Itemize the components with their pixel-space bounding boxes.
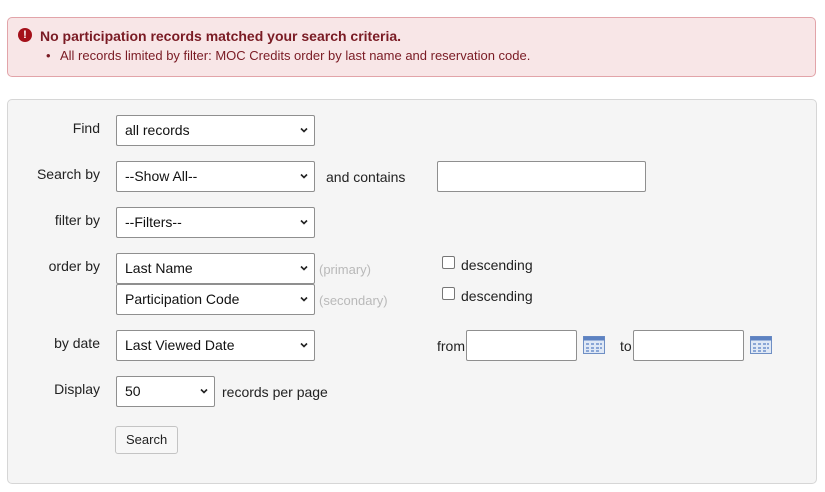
chevron-down-icon bbox=[300, 219, 308, 225]
order-primary-select[interactable]: Last Name bbox=[116, 253, 315, 284]
display-label: Display bbox=[54, 381, 100, 397]
from-date-input[interactable] bbox=[466, 330, 577, 361]
chevron-down-icon bbox=[300, 173, 308, 179]
by-date-label: by date bbox=[54, 335, 100, 351]
records-per-page-label: records per page bbox=[222, 384, 328, 400]
descending-primary-label: descending bbox=[461, 257, 533, 273]
chevron-down-icon bbox=[300, 296, 308, 302]
search-by-select[interactable]: --Show All-- bbox=[116, 161, 315, 192]
primary-hint: (primary) bbox=[319, 262, 371, 277]
search-by-label: Search by bbox=[36, 166, 100, 182]
alert-title: No participation records matched your se… bbox=[40, 28, 402, 44]
contains-label: and contains bbox=[326, 169, 406, 185]
exclamation-circle-icon: ! bbox=[18, 28, 32, 42]
descending-secondary-checkbox[interactable] bbox=[442, 287, 455, 300]
to-date-input[interactable] bbox=[633, 330, 744, 361]
search-panel: Find all records Search by --Show All-- … bbox=[7, 99, 817, 484]
order-secondary-select-value: Participation Code bbox=[125, 291, 240, 307]
by-date-select[interactable]: Last Viewed Date bbox=[116, 330, 315, 361]
filter-by-select-value: --Filters-- bbox=[125, 214, 182, 230]
filter-by-select[interactable]: --Filters-- bbox=[116, 207, 315, 238]
alert-item: All records limited by filter: MOC Credi… bbox=[60, 48, 531, 63]
to-label: to bbox=[620, 338, 632, 354]
secondary-hint: (secondary) bbox=[319, 293, 388, 308]
chevron-down-icon bbox=[300, 127, 308, 133]
chevron-down-icon bbox=[300, 265, 308, 271]
display-select-value: 50 bbox=[125, 383, 141, 399]
from-label: from bbox=[437, 338, 465, 354]
chevron-down-icon bbox=[200, 388, 208, 394]
find-select-value: all records bbox=[125, 122, 190, 138]
error-alert: ! No participation records matched your … bbox=[7, 17, 816, 77]
calendar-icon[interactable] bbox=[750, 336, 772, 354]
by-date-select-value: Last Viewed Date bbox=[125, 337, 235, 353]
order-primary-select-value: Last Name bbox=[125, 260, 193, 276]
filter-by-label: filter by bbox=[54, 212, 100, 228]
order-secondary-select[interactable]: Participation Code bbox=[116, 284, 315, 315]
descending-secondary-label: descending bbox=[461, 288, 533, 304]
descending-primary-checkbox[interactable] bbox=[442, 256, 455, 269]
search-by-select-value: --Show All-- bbox=[125, 168, 198, 184]
contains-input[interactable] bbox=[437, 161, 646, 192]
search-button[interactable]: Search bbox=[115, 426, 179, 454]
find-select[interactable]: all records bbox=[116, 115, 315, 146]
find-label: Find bbox=[72, 120, 100, 136]
calendar-icon[interactable] bbox=[583, 336, 605, 354]
alert-bullet: • bbox=[46, 48, 51, 63]
display-select[interactable]: 50 bbox=[116, 376, 215, 407]
order-by-label: order by bbox=[48, 258, 100, 274]
chevron-down-icon bbox=[300, 342, 308, 348]
